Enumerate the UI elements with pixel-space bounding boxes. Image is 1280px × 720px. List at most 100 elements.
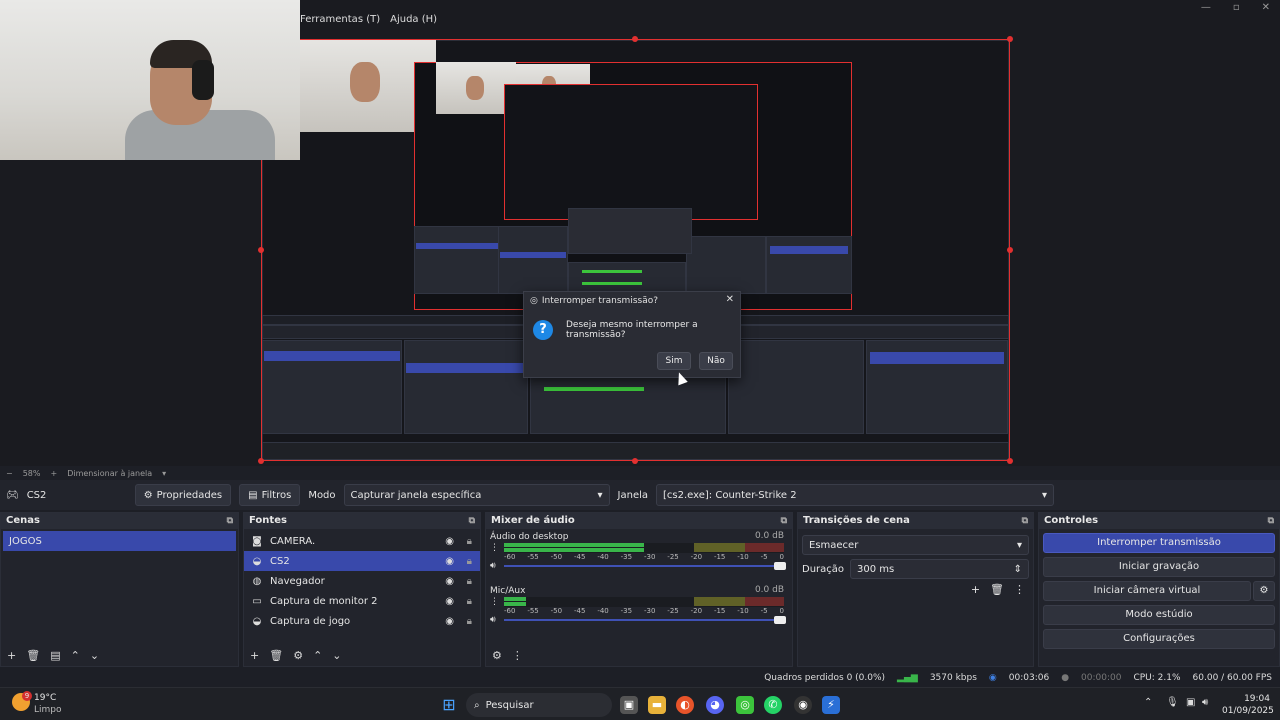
chevron-down-icon: ▾ (1041, 489, 1048, 501)
lock-icon[interactable]: 🔒︎ (467, 536, 472, 547)
resize-handle-bottom-right[interactable] (1007, 458, 1013, 464)
whatsapp-icon[interactable]: ✆ (764, 696, 782, 714)
gear-icon: ⚙ (143, 489, 153, 501)
dialog-message: Deseja mesmo interromper a transmissão? (566, 320, 698, 340)
clock-date[interactable]: 01/09/2025 (1222, 706, 1274, 716)
docks: Cenas ⧉ JOGOS + 🗑︎ ▤ ⌃ ⌄ Fontes ⧉ ◙ CAME… (0, 512, 1280, 667)
resize-handle-bottom-left[interactable] (258, 458, 264, 464)
trash-icon[interactable]: 🗑︎ (269, 649, 283, 662)
preview-area[interactable]: Ferramentas (T) Ajuda (H) — ▫ ✕ ◎ Interr… (0, 0, 1280, 466)
zoom-fit-label[interactable]: Dimensionar à janela (67, 469, 152, 478)
undock-icon[interactable]: ⧉ (469, 513, 475, 529)
lock-icon[interactable]: 🔒︎ (467, 576, 472, 587)
eye-icon[interactable]: ◉ (445, 536, 454, 547)
preview-canvas-selection[interactable] (261, 39, 1010, 461)
source-item-cs2[interactable]: ◒ CS2 ◉ 🔒︎ (244, 551, 480, 571)
taskbar-search[interactable]: ⌕ Pesquisar (466, 693, 612, 717)
resize-handle-top[interactable] (632, 36, 638, 42)
resize-handle-bottom[interactable] (632, 458, 638, 464)
volume-icon[interactable]: 🔊︎ (1202, 697, 1208, 708)
minimize-icon[interactable]: — (1201, 2, 1211, 13)
volume-slider[interactable] (504, 616, 786, 624)
more-options-icon[interactable]: ⋮ (490, 597, 499, 607)
obs-active-icon[interactable]: ◎ (736, 696, 754, 714)
mixer-dock: Mixer de áudio ⧉ Áudio do desktop 0.0 dB… (485, 512, 793, 667)
lock-icon[interactable]: 🔒︎ (467, 596, 472, 607)
lock-icon[interactable]: 🔒︎ (467, 616, 472, 627)
mixer-channel-desktop: Áudio do desktop 0.0 dB ⋮ -60 -55 -50 -45 -4… (490, 531, 786, 571)
chevron-down-icon[interactable]: ▾ (162, 469, 166, 478)
source-item-camera[interactable]: ◙ CAMERA. ◉ 🔒︎ (244, 531, 480, 551)
more-options-icon[interactable]: ⋮ (1014, 583, 1025, 596)
undock-icon[interactable]: ⧉ (227, 513, 233, 529)
arrow-up-icon[interactable]: ⌃ (71, 649, 80, 662)
source-item-monitor[interactable]: ▭ Captura de monitor 2 ◉ 🔒︎ (244, 591, 480, 611)
source-item-browser[interactable]: ◍ Navegador ◉ 🔒︎ (244, 571, 480, 591)
window-select[interactable]: [cs2.exe]: Counter-Strike 2 ▾ (656, 484, 1055, 506)
duration-spinner[interactable]: 300 ms ⇕ (850, 559, 1029, 579)
zoom-out-icon[interactable]: − (6, 469, 13, 478)
trash-icon[interactable]: 🗑︎ (26, 649, 40, 662)
microphone-icon[interactable]: 🎙︎ (1166, 697, 1179, 708)
zoom-in-icon[interactable]: + (50, 469, 57, 478)
transition-select[interactable]: Esmaecer ▾ (802, 535, 1029, 555)
arrow-down-icon[interactable]: ⌄ (90, 649, 99, 662)
eye-icon[interactable]: ◉ (445, 596, 454, 607)
virtual-camera-button[interactable]: Iniciar câmera virtual (1043, 581, 1251, 601)
scenes-dock: Cenas ⧉ JOGOS + 🗑︎ ▤ ⌃ ⌄ (0, 512, 239, 667)
undock-icon[interactable]: ⧉ (781, 513, 787, 529)
gear-icon[interactable]: ⚙ (492, 649, 502, 662)
eye-icon[interactable]: ◉ (445, 576, 454, 587)
firefox-icon[interactable]: ◐ (676, 696, 694, 714)
network-icon[interactable]: ▣ (1186, 697, 1195, 708)
filters-button[interactable]: ▤ Filtros (239, 484, 301, 506)
eye-icon[interactable]: ◉ (445, 616, 454, 627)
settings-button[interactable]: Configurações (1043, 629, 1275, 649)
clock-time[interactable]: 19:04 (1226, 694, 1270, 704)
more-options-icon[interactable]: ⋮ (490, 543, 499, 553)
obs-icon[interactable]: ◉ (794, 696, 812, 714)
virtual-camera-settings-gear-icon[interactable]: ⚙ (1253, 581, 1275, 601)
task-view-icon[interactable]: ▣ (620, 696, 638, 714)
close-icon[interactable]: ✕ (1262, 2, 1270, 13)
windows-start-icon[interactable]: ⊞ (440, 696, 458, 714)
lock-icon[interactable]: 🔒︎ (467, 556, 472, 567)
add-icon[interactable]: + (7, 649, 16, 662)
undock-icon[interactable]: ⧉ (1268, 513, 1274, 529)
mode-select[interactable]: Capturar janela específica ▾ (343, 484, 610, 506)
discord-icon[interactable]: ◕ (706, 696, 724, 714)
add-icon[interactable]: + (250, 649, 259, 662)
resize-handle-left[interactable] (258, 247, 264, 253)
menu-help[interactable]: Ajuda (H) (390, 14, 437, 34)
eye-icon[interactable]: ◉ (445, 556, 454, 567)
zoom-level: 58% (22, 468, 41, 478)
gear-icon[interactable]: ⚙ (293, 649, 303, 662)
maximize-icon[interactable]: ▫ (1233, 2, 1240, 13)
weather-badge: 9 (22, 691, 32, 701)
duration-label: Duração (802, 563, 845, 575)
menu-tools[interactable]: Ferramentas (T) (300, 14, 380, 34)
app-icon[interactable]: ⚡ (822, 696, 840, 714)
speaker-icon[interactable]: 🔊︎ (490, 561, 496, 571)
resize-handle-right[interactable] (1007, 247, 1013, 253)
tray-chevron-up-icon[interactable]: ⌃ (1144, 697, 1152, 708)
arrow-up-icon[interactable]: ⌃ (313, 649, 322, 662)
speaker-icon[interactable]: 🔊︎ (490, 615, 496, 625)
volume-slider[interactable] (504, 562, 786, 570)
menu-bar: Ferramentas (T) Ajuda (H) (300, 14, 437, 34)
resize-handle-top-right[interactable] (1007, 36, 1013, 42)
folder-icon[interactable]: ▬ (648, 696, 666, 714)
start-recording-button[interactable]: Iniciar gravação (1043, 557, 1275, 577)
trash-icon[interactable]: 🗑︎ (990, 583, 1004, 596)
undock-icon[interactable]: ⧉ (1022, 513, 1028, 529)
properties-button[interactable]: ⚙ Propriedades (134, 484, 232, 506)
add-icon[interactable]: + (971, 583, 980, 596)
stop-stream-button[interactable]: Interromper transmissão (1043, 533, 1275, 553)
filter-icon[interactable]: ▤ (50, 649, 60, 662)
arrow-down-icon[interactable]: ⌄ (332, 649, 341, 662)
source-item-game[interactable]: ◒ Captura de jogo ◉ 🔒︎ (244, 611, 480, 631)
studio-mode-button[interactable]: Modo estúdio (1043, 605, 1275, 625)
scene-item[interactable]: JOGOS (3, 531, 236, 551)
more-options-icon[interactable]: ⋮ (512, 649, 523, 662)
gamepad-icon: ◒ (252, 555, 262, 567)
